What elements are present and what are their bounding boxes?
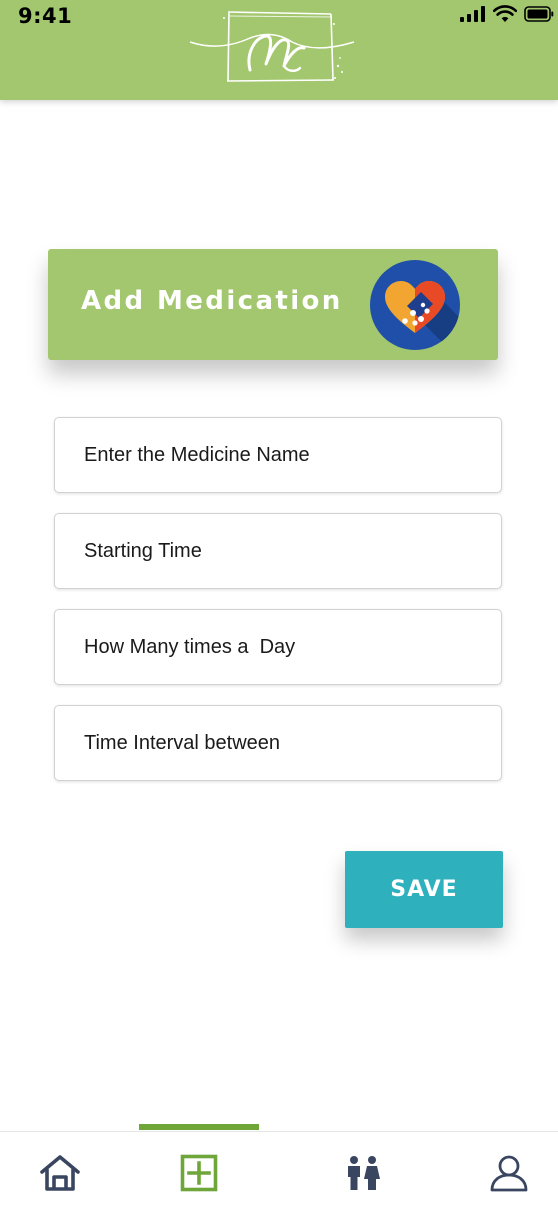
home-icon	[40, 1155, 80, 1191]
starting-time-input[interactable]	[54, 513, 502, 589]
time-interval-input[interactable]	[54, 705, 502, 781]
times-per-day-input[interactable]	[54, 609, 502, 685]
wifi-icon	[493, 5, 517, 22]
app-header: 9:41	[0, 0, 558, 100]
tab-family[interactable]	[338, 1148, 388, 1198]
tab-profile[interactable]	[484, 1148, 534, 1198]
status-icons	[460, 4, 554, 24]
add-medication-banner: Add Medication	[48, 249, 498, 360]
tab-add[interactable]	[174, 1148, 224, 1198]
family-icon	[348, 1156, 380, 1190]
active-tab-indicator	[139, 1124, 259, 1130]
tab-home[interactable]	[35, 1148, 85, 1198]
medicine-name-input[interactable]	[54, 417, 502, 493]
medication-heart-icon	[370, 260, 460, 350]
user-icon	[490, 1155, 528, 1192]
battery-icon	[524, 6, 554, 22]
cellular-signal-icon	[460, 6, 485, 22]
save-button[interactable]: SAVE	[345, 851, 503, 928]
page-title: Add Medication	[81, 286, 343, 316]
add-square-icon	[180, 1154, 218, 1192]
app-logo	[189, 11, 355, 82]
status-time: 9:41	[18, 4, 73, 28]
